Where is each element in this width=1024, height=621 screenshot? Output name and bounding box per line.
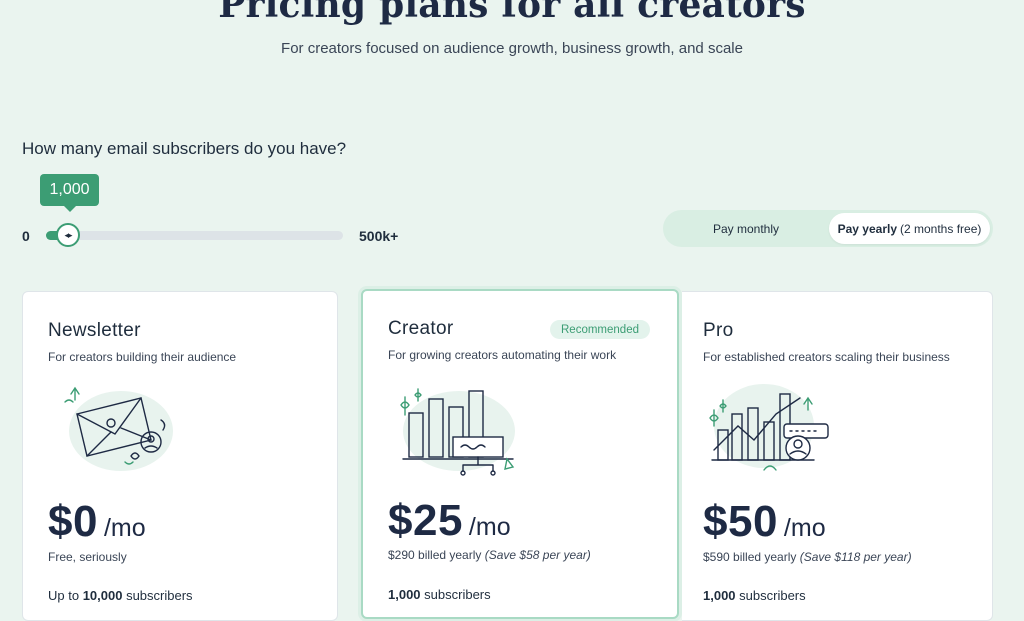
- price-note-main: Free, seriously: [48, 550, 127, 564]
- pay-yearly-note: (2 months free): [900, 221, 982, 236]
- price-period: /mo: [783, 514, 826, 542]
- subs-count: 10,000: [82, 588, 123, 603]
- plan-description: For established creators scaling their b…: [703, 350, 950, 364]
- slider-thumb[interactable]: ◂▸: [56, 223, 80, 247]
- subscriber-limit: Up to 10,000 subscribers: [48, 588, 193, 603]
- subscriber-limit: 1,000 subscribers: [703, 588, 806, 603]
- plan-price: $25 /mo: [388, 496, 511, 546]
- growth-chart-illustration: [709, 384, 829, 471]
- subs-count: 1,000: [703, 588, 736, 603]
- price-note-savings: (Save $58 per year): [484, 548, 591, 562]
- plan-price: $50 /mo: [703, 497, 826, 547]
- slider-min-label: 0: [22, 228, 30, 244]
- plan-price: $0 /mo: [48, 497, 146, 547]
- price-period: /mo: [103, 514, 146, 542]
- page-title: Pricing plans for all creators: [218, 0, 806, 26]
- price-note-main: $290 billed yearly: [388, 548, 482, 562]
- price-period: /mo: [468, 513, 511, 541]
- plan-description: For growing creators automating their wo…: [388, 348, 617, 362]
- plan-card-pro[interactable]: Pro For established creators scaling the…: [682, 291, 993, 621]
- price-amount: $25: [388, 496, 463, 545]
- subs-suffix: subscribers: [420, 587, 491, 602]
- plan-card-creator[interactable]: Creator Recommended For growing creators…: [361, 289, 679, 619]
- subscriber-limit: 1,000 subscribers: [388, 587, 491, 602]
- subs-suffix: subscribers: [122, 588, 193, 603]
- subs-suffix: subscribers: [735, 588, 806, 603]
- slider-max-label: 500k+: [359, 228, 399, 244]
- price-amount: $50: [703, 497, 778, 546]
- plan-card-newsletter[interactable]: Newsletter For creators building their a…: [22, 291, 338, 621]
- subscriber-question: How many email subscribers do you have?: [22, 139, 347, 158]
- price-note: $590 billed yearly (Save $118 per year): [703, 550, 912, 564]
- billing-toggle: Pay monthly Pay yearly (2 months free): [663, 210, 993, 247]
- price-note-main: $590 billed yearly: [703, 550, 797, 564]
- price-amount: $0: [48, 497, 98, 546]
- price-note: $290 billed yearly (Save $58 per year): [388, 548, 591, 562]
- pay-yearly-option[interactable]: Pay yearly (2 months free): [829, 213, 990, 244]
- subs-prefix: Up to: [48, 588, 83, 603]
- subs-count: 1,000: [388, 587, 421, 602]
- bar-chart-illustration: [400, 388, 515, 476]
- recommended-badge: Recommended: [550, 320, 650, 339]
- price-note-savings: (Save $118 per year): [799, 550, 912, 564]
- plan-name: Creator: [388, 318, 454, 339]
- plan-description: For creators building their audience: [48, 350, 237, 364]
- plan-name: Newsletter: [48, 320, 141, 341]
- subscriber-slider-track[interactable]: [46, 231, 343, 240]
- plan-name: Pro: [703, 320, 734, 341]
- page-subtitle: For creators focused on audience growth,…: [281, 40, 743, 57]
- pay-monthly-option[interactable]: Pay monthly: [663, 210, 829, 247]
- envelope-illustration: [64, 386, 173, 471]
- slider-value-tooltip: 1,000: [40, 174, 99, 212]
- pay-yearly-label: Pay yearly: [837, 221, 897, 236]
- price-note: Free, seriously: [48, 550, 127, 564]
